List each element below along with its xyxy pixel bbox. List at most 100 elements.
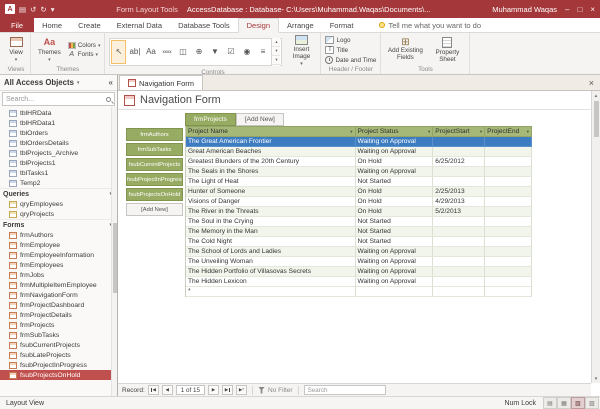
cell-status[interactable]: On Hold — [356, 187, 434, 197]
first-record-icon[interactable]: ◀ — [148, 385, 159, 395]
nav-item-fsubprojectinprogress[interactable]: fsubProjectInProgress — [0, 360, 117, 370]
table-row[interactable]: Hunter of SomeoneOn Hold2/25/2013 — [186, 187, 532, 197]
table-row[interactable]: The Memory in the ManNot Started — [186, 227, 532, 237]
nav-item-fsublateprojects[interactable]: fsubLateProjects — [0, 350, 117, 360]
cell-end[interactable] — [485, 257, 532, 267]
access-app-icon[interactable]: A — [5, 4, 15, 14]
user-name[interactable]: Muhammad Waqas — [492, 5, 557, 14]
tab-control-icon[interactable]: ◫ — [175, 40, 190, 64]
cell-name[interactable]: Greatest Blunders of the 20th Century — [186, 157, 356, 167]
nav-item-tblhrdata[interactable]: tblHRData — [0, 108, 117, 118]
table-row[interactable]: Greatest Blunders of the 20th CenturyOn … — [186, 157, 532, 167]
cell-end[interactable] — [485, 287, 532, 297]
scrollbar-thumb[interactable] — [113, 223, 117, 293]
cell-name[interactable]: The Memory in the Man — [186, 227, 356, 237]
nav-form-side-tab-fsubprojectinprogress[interactable]: fsubProjectInProgress — [126, 173, 183, 186]
cell-name[interactable]: The Hidden Portfolio of Villasovas Secre… — [186, 267, 356, 277]
themes-button[interactable]: Aa Themes ▾ — [35, 36, 64, 64]
nav-item-frmjobs[interactable]: frmJobs — [0, 270, 117, 280]
cell-status[interactable]: Waiting on Approval — [356, 267, 434, 277]
cell-status[interactable]: Not Started — [356, 227, 434, 237]
column-header-project-name[interactable]: Project Name▾ — [186, 126, 356, 137]
filter-icon[interactable] — [258, 387, 265, 394]
column-header-project-status[interactable]: Project Status▾ — [356, 126, 434, 137]
nav-form-side-tab-fsubprojectsonhold[interactable]: fsubProjectsOnHold — [126, 188, 183, 201]
ribbon-tab-file[interactable]: File — [0, 18, 34, 32]
nav-form-side-tab-frmsubtasks[interactable]: frmSubTasks — [126, 143, 183, 156]
table-row[interactable]: The Great American FrontierWaiting on Ap… — [186, 137, 532, 147]
qat-customize-icon[interactable]: ▾ — [51, 5, 55, 14]
ribbon-tab-format[interactable]: Format — [322, 18, 362, 32]
hyperlink-icon[interactable]: ⊕ — [191, 40, 206, 64]
nav-form-tab-frmprojects[interactable]: frmProjects — [185, 113, 236, 126]
cell-name[interactable]: The Cold Night — [186, 237, 356, 247]
cell-end[interactable] — [485, 187, 532, 197]
ribbon-tab-design[interactable]: Design — [238, 18, 279, 33]
cell-end[interactable] — [485, 157, 532, 167]
ribbon-tab-home[interactable]: Home — [34, 18, 70, 32]
fonts-button[interactable]: A Fonts ▾ — [68, 51, 101, 58]
cell-start[interactable] — [433, 227, 485, 237]
cell-end[interactable] — [485, 207, 532, 217]
cell-name[interactable]: The Seals in the Shores — [186, 167, 356, 177]
cell-status[interactable]: Waiting on Approval — [356, 277, 434, 287]
cell-name[interactable]: * — [186, 287, 356, 297]
close-icon[interactable]: × — [590, 5, 595, 14]
sort-filter-icon[interactable]: ▾ — [350, 129, 352, 135]
design-view-icon[interactable]: ▨ — [585, 397, 599, 409]
logo-button[interactable]: Logo — [325, 36, 376, 44]
search-box[interactable]: Search... — [2, 92, 115, 106]
table-row[interactable]: Visions of DangerOn Hold4/29/2013 — [186, 197, 532, 207]
date-time-button[interactable]: Date and Time — [325, 56, 376, 64]
form-view-icon[interactable]: ▤ — [543, 397, 557, 409]
nav-item-frmprojectdashboard[interactable]: frmProjectDashboard — [0, 300, 117, 310]
cell-end[interactable] — [485, 227, 532, 237]
cell-start[interactable]: 4/29/2013 — [433, 197, 485, 207]
nav-item-frmemployees[interactable]: frmEmployees — [0, 260, 117, 270]
cell-name[interactable]: The Hidden Lexicon — [186, 277, 356, 287]
cell-name[interactable]: The Soul in the Crying — [186, 217, 356, 227]
nav-item-frmnavigationform[interactable]: frmNavigationForm — [0, 290, 117, 300]
nav-item-frmemployee[interactable]: frmEmployee — [0, 240, 117, 250]
colors-button[interactable]: Colors ▾ — [68, 42, 101, 49]
ribbon-tab-external-data[interactable]: External Data — [109, 18, 170, 32]
nav-item-qryemployees[interactable]: qryEmployees — [0, 199, 117, 209]
redo-icon[interactable]: ↻ — [40, 5, 46, 14]
cell-name[interactable]: The River in the Threats — [186, 207, 356, 217]
nav-item-tblprojects1[interactable]: tblProjects1 — [0, 158, 117, 168]
document-tab-navigation-form[interactable]: Navigation Form — [119, 75, 203, 90]
search-input[interactable]: Search... — [6, 96, 106, 103]
nav-item-frmauthors[interactable]: frmAuthors — [0, 230, 117, 240]
nav-item-tbltasks1[interactable]: tblTasks1 — [0, 168, 117, 178]
save-icon[interactable]: ▤ — [19, 5, 26, 14]
gallery-up-icon[interactable]: ▴ — [272, 38, 280, 47]
table-row[interactable]: The River in the ThreatsOn Hold5/2/2013 — [186, 207, 532, 217]
cell-end[interactable] — [485, 167, 532, 177]
nav-group-header-forms[interactable]: Forms▾ — [0, 219, 117, 230]
ribbon-tab-arrange[interactable]: Arrange — [279, 18, 322, 32]
cell-status[interactable]: Not Started — [356, 217, 434, 227]
chevron-down-icon[interactable]: ▾ — [77, 80, 80, 86]
nav-form-side-tab-frmauthors[interactable]: frmAuthors — [126, 128, 183, 141]
cell-start[interactable] — [433, 177, 485, 187]
nav-item-fsubprojectsonhold[interactable]: fsubProjectsOnHold — [0, 370, 117, 380]
nav-item-tblprojects-archive[interactable]: tblProjects_Archive — [0, 148, 117, 158]
cell-status[interactable]: On Hold — [356, 197, 434, 207]
nav-item-temp2[interactable]: Temp2 — [0, 178, 117, 188]
table-row[interactable]: The Cold NightNot Started — [186, 237, 532, 247]
new-record-icon[interactable]: ▶* — [236, 385, 247, 395]
cell-status[interactable]: Not Started — [356, 177, 434, 187]
cell-end[interactable] — [485, 197, 532, 207]
property-sheet-button[interactable]: Property Sheet — [429, 37, 465, 63]
last-record-icon[interactable]: ▶ — [222, 385, 233, 395]
layout-view-icon[interactable]: ▧ — [571, 397, 585, 409]
nav-item-frmprojects[interactable]: frmProjects — [0, 320, 117, 330]
button-icon[interactable]: xxxx — [159, 40, 174, 64]
cell-start[interactable] — [433, 257, 485, 267]
insert-image-button[interactable]: Insert Image ▾ — [286, 35, 316, 68]
cell-status[interactable]: Waiting on Approval — [356, 167, 434, 177]
cell-status[interactable] — [356, 287, 434, 297]
cell-end[interactable] — [485, 237, 532, 247]
cell-name[interactable]: The School of Lords and Ladies — [186, 247, 356, 257]
cell-name[interactable]: Hunter of Someone — [186, 187, 356, 197]
